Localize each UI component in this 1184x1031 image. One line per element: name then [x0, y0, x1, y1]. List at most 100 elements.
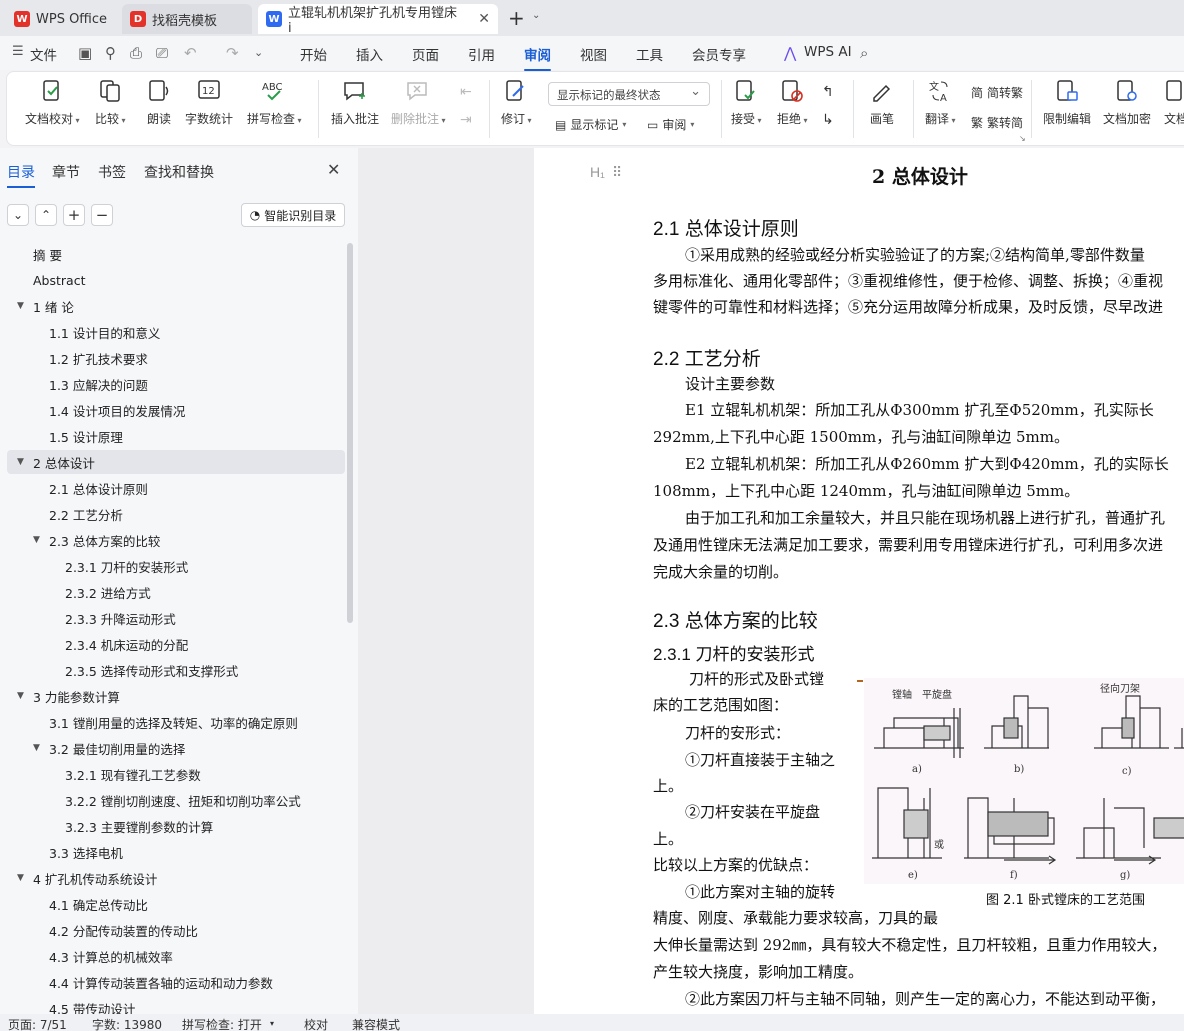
toc-item[interactable]: 3.2.3 主要镗削参数的计算	[0, 814, 345, 838]
translate-button[interactable]: 文A 翻译 ▾	[925, 78, 956, 127]
smart-toc-button[interactable]: ◔ 智能识别目录	[241, 203, 345, 227]
menu-reference[interactable]: 引用	[468, 44, 495, 64]
menu-home[interactable]: 开始	[300, 44, 327, 64]
toc-item[interactable]: 1.5 设计原理	[0, 424, 345, 448]
toc-item[interactable]: 4.3 计算总的机械效率	[0, 944, 345, 968]
accept-button[interactable]: 接受 ▾	[731, 78, 762, 127]
menu-membership[interactable]: 会员专享	[692, 44, 746, 64]
track-changes-button[interactable]: 修订 ▾	[501, 78, 532, 127]
toc-item[interactable]: 2 总体设计 ▼	[7, 450, 345, 474]
nav-tab-bookmark[interactable]: 书签	[98, 162, 126, 182]
toc-item[interactable]: 2.3.2 进给方式	[0, 580, 345, 604]
collapse-up-icon[interactable]: ⌃	[35, 204, 57, 226]
heading-marker-icon[interactable]: H₁	[590, 164, 605, 180]
review-pane-button[interactable]: ▭ 审阅 ▾	[647, 116, 694, 133]
toc-item[interactable]: 摘 要	[0, 242, 345, 266]
remove-item-icon[interactable]: −	[91, 204, 113, 226]
new-tab-plus-icon[interactable]: +	[508, 6, 525, 30]
toc-expand-arrow-icon[interactable]: ▼	[17, 873, 24, 883]
toc-item[interactable]: 4.4 计算传动装置各轴的运动和动力参数	[0, 970, 345, 994]
toc-expand-arrow-icon[interactable]: ▼	[17, 691, 24, 701]
toc-item[interactable]: 1.4 设计项目的发展情况	[0, 398, 345, 422]
tab-document[interactable]: W 立辊轧机机架扩孔机专用镗床i ✕	[258, 4, 498, 36]
toc-item[interactable]: 4.2 分配传动装置的传动比	[0, 918, 345, 942]
menu-tools[interactable]: 工具	[636, 44, 663, 64]
tab-template[interactable]: D 找稻壳模板	[122, 4, 252, 34]
toc-item[interactable]: 2.3.4 机床运动的分配	[0, 632, 345, 656]
next-change-icon[interactable]: ↳	[822, 112, 834, 128]
nav-tab-toc[interactable]: 目录	[7, 162, 35, 188]
status-spell-check[interactable]: 拼写检查: 打开	[182, 1016, 262, 1031]
pen-button[interactable]: 画笔	[869, 78, 895, 127]
delete-comment-button[interactable]: 删除批注 ▾	[391, 78, 446, 127]
status-page[interactable]: 页面: 7/51	[8, 1016, 67, 1031]
menu-wps-ai[interactable]: WPS AI	[804, 44, 852, 60]
prev-change-icon[interactable]: ↰	[822, 84, 834, 100]
menu-file[interactable]: 文件	[30, 44, 57, 64]
undo-icon[interactable]: ↶	[184, 44, 197, 62]
read-aloud-button[interactable]: 朗读	[146, 78, 172, 127]
toc-item[interactable]: 2.3.5 选择传动形式和支撑形式	[0, 658, 345, 682]
expand-down-icon[interactable]: ⌄	[7, 204, 29, 226]
nav-tab-find-replace[interactable]: 查找和替换	[144, 162, 214, 182]
prev-comment-icon[interactable]: ⇤	[460, 84, 472, 100]
toc-expand-arrow-icon[interactable]: ▼	[33, 535, 40, 545]
close-tab-icon[interactable]: ✕	[478, 11, 490, 27]
nav-scrollbar[interactable]	[347, 243, 353, 623]
tab-list-chevron-icon[interactable]: ⌄	[532, 10, 540, 21]
markup-display-select[interactable]: 显示标记的最终状态	[548, 82, 710, 106]
toc-item[interactable]: 1.3 应解决的问题	[0, 372, 345, 396]
tab-wps-office[interactable]: W WPS Office	[6, 4, 118, 34]
toc-item[interactable]: 4 扩孔机传动系统设计 ▼	[0, 866, 345, 890]
toc-item[interactable]: 3.3 选择电机	[0, 840, 345, 864]
nav-tab-chapter[interactable]: 章节	[52, 162, 80, 182]
toc-item[interactable]: 1.2 扩孔技术要求	[0, 346, 345, 370]
toc-item[interactable]: 3 力能参数计算 ▼	[0, 684, 345, 708]
redo-icon[interactable]: ↷	[226, 44, 239, 62]
status-proof[interactable]: 校对	[304, 1016, 328, 1031]
toc-item[interactable]: 3.2.2 镗削切削速度、扭矩和切削功率公式	[0, 788, 345, 812]
toc-item[interactable]: 2.3.1 刀杆的安装形式	[0, 554, 345, 578]
toc-expand-arrow-icon[interactable]: ▼	[17, 457, 24, 467]
dialog-launcher-icon[interactable]: ↘	[1019, 134, 1026, 143]
menu-page[interactable]: 页面	[412, 44, 439, 64]
menu-insert[interactable]: 插入	[356, 44, 383, 64]
document-page[interactable]: H₁ ⠿ 2 总体设计 2.1 总体设计原则 ①采用成熟的经验或经分析实验验证了…	[534, 148, 1184, 1014]
menu-view[interactable]: 视图	[580, 44, 607, 64]
toc-item[interactable]: Abstract	[0, 268, 345, 292]
print-icon[interactable]: ⎙	[130, 44, 142, 62]
encrypt-button[interactable]: 文档加密	[1103, 78, 1151, 127]
close-pane-icon[interactable]: ✕	[327, 160, 340, 179]
add-item-icon[interactable]: +	[63, 204, 85, 226]
toc-expand-arrow-icon[interactable]: ▼	[17, 301, 24, 311]
toc-item[interactable]: 2.3.3 升降运动形式	[0, 606, 345, 630]
status-word-count[interactable]: 字数: 13980	[92, 1016, 162, 1031]
toc-item[interactable]: 2.2 工艺分析	[0, 502, 345, 526]
restrict-edit-button[interactable]: 限制编辑	[1043, 78, 1091, 127]
drag-handle-icon[interactable]: ⠿	[612, 164, 622, 181]
save-icon[interactable]: ▣	[78, 44, 92, 62]
print-preview-icon[interactable]: ⎚	[156, 44, 168, 62]
reject-button[interactable]: 拒绝 ▾	[777, 78, 808, 127]
toc-item[interactable]: 2.1 总体设计原则	[0, 476, 345, 500]
search-icon[interactable]: ⌕	[860, 44, 868, 62]
toc-item[interactable]: 1 绪 论 ▼	[0, 294, 345, 318]
quick-access-chevron-icon[interactable]: ⌄	[254, 46, 263, 59]
simp-to-trad-button[interactable]: 简简转繁	[971, 84, 1023, 101]
spell-check-button[interactable]: ABC 拼写检查 ▾	[247, 78, 302, 127]
export-pdf-icon[interactable]: ⚲	[105, 44, 116, 62]
doc-button[interactable]: 文档	[1163, 78, 1184, 127]
show-markup-button[interactable]: ▤ 显示标记 ▾	[555, 116, 626, 133]
toc-item[interactable]: 3.2 最佳切削用量的选择 ▼	[0, 736, 345, 760]
menu-review[interactable]: 审阅	[524, 44, 551, 71]
next-comment-icon[interactable]: ⇥	[460, 112, 472, 128]
spell-check-chevron-icon[interactable]: ▾	[270, 1019, 274, 1028]
toc-item[interactable]: 3.1 镗削用量的选择及转矩、功率的确定原则	[0, 710, 345, 734]
insert-comment-button[interactable]: 插入批注	[331, 78, 379, 127]
trad-to-simp-button[interactable]: 繁繁转简	[971, 114, 1023, 131]
toc-item[interactable]: 2.3 总体方案的比较 ▼	[0, 528, 345, 552]
compare-button[interactable]: 比较 ▾	[95, 78, 126, 127]
hamburger-menu-icon[interactable]: ☰	[12, 44, 24, 59]
word-count-button[interactable]: 12 字数统计	[185, 78, 233, 127]
toc-item[interactable]: 1.1 设计目的和意义	[0, 320, 345, 344]
